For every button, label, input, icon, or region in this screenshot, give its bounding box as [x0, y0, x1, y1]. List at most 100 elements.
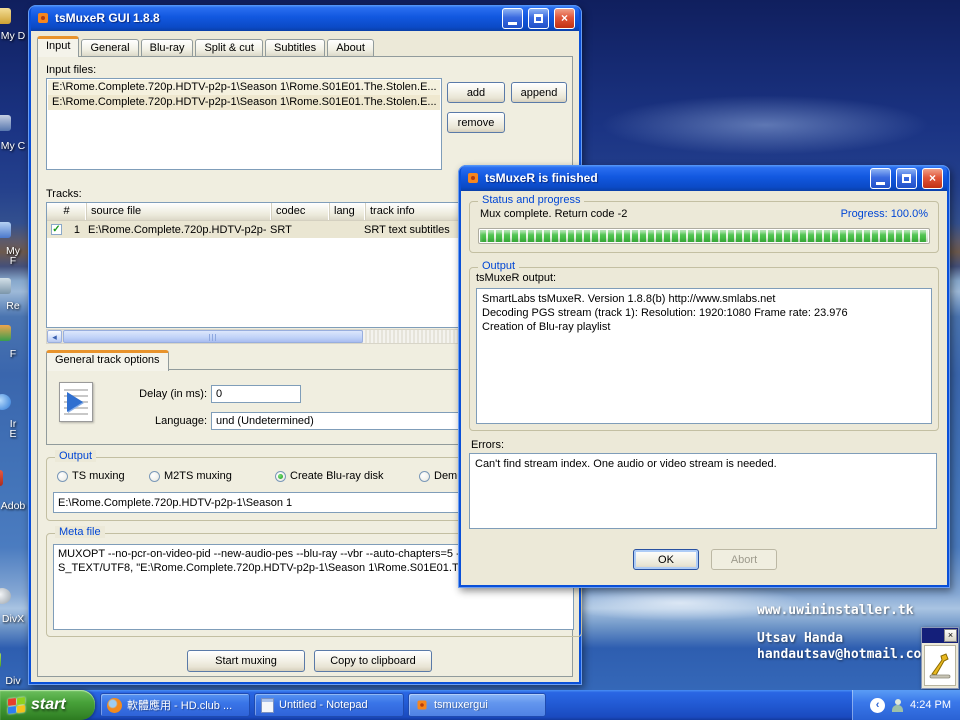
- minimize-button[interactable]: [502, 8, 523, 29]
- desktop-icon-label[interactable]: My C: [0, 140, 30, 152]
- internet-explorer-icon[interactable]: [0, 394, 11, 410]
- ok-button[interactable]: OK: [633, 549, 699, 570]
- dialog-output-group-label: Output: [478, 260, 519, 272]
- track-source: E:\Rome.Complete.720p.HDTV-p2p-...: [84, 224, 266, 236]
- col-lang[interactable]: lang: [330, 203, 366, 220]
- adobe-icon[interactable]: [0, 470, 3, 486]
- cloud-decoration: [600, 95, 930, 155]
- track-checkbox[interactable]: ✓: [51, 224, 62, 235]
- remove-button[interactable]: remove: [447, 112, 505, 133]
- main-titlebar[interactable]: tsMuxeR GUI 1.8.8 ×: [31, 5, 579, 31]
- maximize-button[interactable]: [528, 8, 549, 29]
- input-files-label: Input files:: [46, 64, 96, 76]
- div-player-icon[interactable]: [0, 652, 1, 668]
- progress-percent-label: Progress: 100.0%: [841, 208, 928, 220]
- copy-to-clipboard-button[interactable]: Copy to clipboard: [314, 650, 432, 672]
- col-codec[interactable]: codec: [272, 203, 330, 220]
- system-tray: ‹ 4:24 PM: [852, 690, 960, 720]
- watermark-url: www.uwininstaller.tk: [757, 603, 914, 618]
- track-type-icon: [59, 382, 93, 422]
- desktop-icon-label[interactable]: Div: [0, 675, 30, 687]
- my-folder-icon[interactable]: [0, 222, 11, 238]
- progress-bar: [478, 228, 930, 244]
- desktop-icon-label[interactable]: My D: [0, 30, 30, 42]
- radio-ts-muxing[interactable]: TS muxing: [57, 470, 125, 482]
- status-group-label: Status and progress: [478, 194, 584, 206]
- watermark-author: Utsav Handa: [757, 631, 843, 646]
- input-files-listbox[interactable]: E:\Rome.Complete.720p.HDTV-p2p-1\Season …: [46, 78, 442, 170]
- clock[interactable]: 4:24 PM: [910, 699, 951, 711]
- scrollbar-thumb[interactable]: [63, 330, 363, 343]
- tab-about[interactable]: About: [327, 39, 374, 57]
- dialog-minimize-button[interactable]: [870, 168, 891, 189]
- append-button[interactable]: append: [511, 82, 567, 103]
- desktop-icon-label[interactable]: Re: [0, 300, 30, 312]
- input-file-item[interactable]: E:\Rome.Complete.720p.HDTV-p2p-1\Season …: [48, 80, 440, 95]
- status-progress-groupbox: Status and progress Mux complete. Return…: [469, 201, 939, 253]
- tab-input[interactable]: Input: [37, 36, 79, 57]
- main-window-title: tsMuxeR GUI 1.8.8: [55, 11, 497, 25]
- taskbar-item-firefox[interactable]: 軟體應用 - HD.club ...: [100, 693, 250, 717]
- delay-label: Delay (in ms):: [99, 388, 207, 400]
- firefox-desktop-icon[interactable]: [0, 325, 11, 341]
- desktop-icon-label[interactable]: E: [0, 428, 30, 440]
- abort-button[interactable]: Abort: [711, 549, 777, 570]
- scroll-left-arrow[interactable]: ◂: [47, 330, 62, 343]
- radio-create-bluray[interactable]: Create Blu-ray disk: [275, 470, 384, 482]
- start-button-label: start: [31, 696, 66, 714]
- tsmuxer-icon: [416, 699, 429, 712]
- taskbar-item-tsmuxergui[interactable]: tsmuxergui: [408, 693, 546, 717]
- output-line: Creation of Blu-ray playlist: [482, 320, 926, 334]
- add-button[interactable]: add: [447, 82, 505, 103]
- my-computer-icon[interactable]: [0, 115, 11, 131]
- messenger-tray-icon[interactable]: [891, 699, 904, 712]
- tsmuxer-finished-dialog: tsMuxeR is finished × Status and progres…: [458, 165, 950, 588]
- input-file-item[interactable]: E:\Rome.Complete.720p.HDTV-p2p-1\Season …: [48, 95, 440, 110]
- divx-icon[interactable]: [0, 588, 11, 604]
- error-line: Can't find stream index. One audio or vi…: [475, 457, 931, 471]
- col-source-file[interactable]: source file: [87, 203, 272, 220]
- dialog-close-button[interactable]: ×: [922, 168, 943, 189]
- dialog-maximize-button[interactable]: [896, 168, 917, 189]
- dialog-titlebar[interactable]: tsMuxeR is finished ×: [461, 165, 947, 191]
- taskbar-item-notepad[interactable]: Untitled - Notepad: [254, 693, 404, 717]
- tray-chevron-icon[interactable]: ‹: [870, 698, 885, 713]
- my-documents-icon[interactable]: [0, 8, 11, 24]
- mini-window-titlebar[interactable]: ×: [922, 628, 958, 643]
- delay-input[interactable]: 0: [211, 385, 301, 403]
- output-line: SmartLabs tsMuxeR. Version 1.8.8(b) http…: [482, 292, 926, 306]
- meta-file-group-label: Meta file: [55, 526, 105, 538]
- output-line: Decoding PGS stream (track 1): Resolutio…: [482, 306, 926, 320]
- track-codec: SRT: [266, 224, 324, 236]
- dialog-output-groupbox: Output tsMuxeR output: SmartLabs tsMuxeR…: [469, 267, 939, 431]
- notepad-icon: [261, 698, 274, 713]
- language-label: Language:: [99, 415, 207, 427]
- tab-subtitles[interactable]: Subtitles: [265, 39, 325, 57]
- mini-window-body: [924, 645, 956, 686]
- mini-close-button[interactable]: ×: [944, 629, 957, 642]
- close-button[interactable]: ×: [554, 8, 575, 29]
- start-muxing-button[interactable]: Start muxing: [187, 650, 305, 672]
- desktop-icon-label[interactable]: DivX: [0, 613, 30, 625]
- recycle-bin-icon[interactable]: [0, 278, 11, 294]
- radio-m2ts-muxing[interactable]: M2TS muxing: [149, 470, 232, 482]
- tab-split-cut[interactable]: Split & cut: [195, 39, 263, 57]
- firefox-icon: [107, 698, 122, 713]
- desktop-icon-label[interactable]: F: [0, 255, 30, 267]
- tsmuxer-app-icon: [466, 171, 480, 185]
- errors-textarea[interactable]: Can't find stream index. One audio or vi…: [469, 453, 937, 529]
- desktop-icon-label[interactable]: F: [0, 348, 30, 360]
- watermark-email: handautsav@hotmail.co: [757, 647, 921, 662]
- tab-bluray[interactable]: Blu-ray: [141, 39, 194, 57]
- output-group-label: Output: [55, 450, 96, 462]
- tab-general[interactable]: General: [81, 39, 138, 57]
- errors-label: Errors:: [471, 439, 504, 451]
- desktop-icon-label[interactable]: Adob: [0, 500, 30, 512]
- dialog-title: tsMuxeR is finished: [485, 171, 865, 185]
- col-number[interactable]: #: [47, 203, 87, 220]
- start-button[interactable]: start: [0, 690, 95, 720]
- tsmuxer-output-textarea[interactable]: SmartLabs tsMuxeR. Version 1.8.8(b) http…: [476, 288, 932, 424]
- tracks-label: Tracks:: [46, 188, 82, 200]
- tsmuxer-app-icon: [36, 11, 50, 25]
- general-track-options-tab[interactable]: General track options: [46, 350, 169, 371]
